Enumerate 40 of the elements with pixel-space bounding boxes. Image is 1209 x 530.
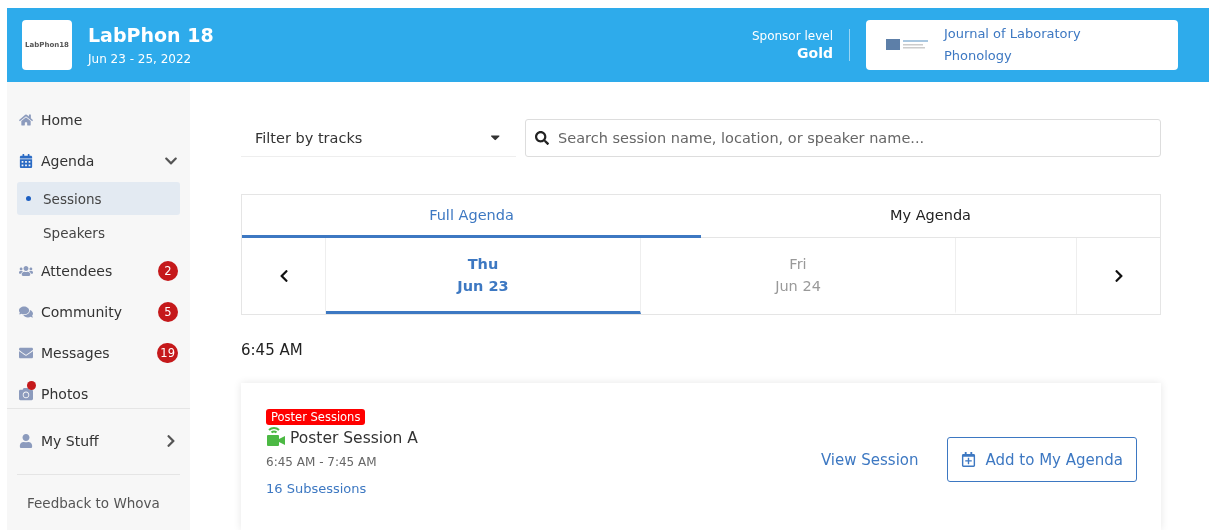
chat-icon	[19, 304, 33, 319]
search-field[interactable]: Search session name, location, or speaker name...	[525, 119, 1161, 157]
event-dates: Jun 23 - 25, 2022	[88, 52, 193, 66]
subsessions-link[interactable]: 16 Subsessions	[266, 481, 367, 496]
sidebar-subitem[interactable]: Speakers	[17, 216, 180, 249]
sponsor-logo-icon	[886, 37, 930, 53]
user-icon	[19, 434, 33, 449]
sidebar-item[interactable]: Messages 19	[17, 332, 180, 373]
sidebar-item[interactable]: My Stuff	[17, 408, 180, 476]
envelope-icon	[19, 345, 33, 360]
session-title: Poster Session A	[290, 429, 418, 447]
search-icon	[535, 131, 549, 145]
sponsor-name: Journal of Laboratory Phonology	[944, 25, 1082, 65]
count-badge: 2	[158, 260, 178, 281]
sidebar-item[interactable]: Community 5	[17, 291, 180, 332]
sidebar-item[interactable]: Agenda	[17, 140, 180, 181]
home-icon	[19, 112, 33, 127]
sidebar-subitem[interactable]: Sessions	[17, 182, 180, 215]
session-time: 6:45 AM - 7:45 AM	[266, 455, 377, 469]
users-icon	[19, 263, 33, 278]
sidebar-item[interactable]: Attendees 2	[17, 250, 180, 291]
count-badge: 5	[158, 301, 178, 322]
track-tag: Poster Sessions	[266, 409, 366, 425]
day-tab[interactable]: Thu Jun 23	[326, 238, 641, 314]
feedback-link[interactable]: Feedback to Whova	[17, 475, 180, 530]
view-session-button[interactable]: View Session	[820, 450, 919, 469]
sponsor-card[interactable]: Journal of Laboratory Phonology	[866, 20, 1178, 70]
event-title: LabPhon 18	[88, 24, 215, 46]
time-heading: 6:45 AM	[241, 341, 304, 359]
sponsor-level: Gold	[797, 45, 833, 61]
calendar-icon	[19, 153, 33, 168]
add-to-agenda-button[interactable]: Add to My Agenda	[946, 437, 1137, 482]
sidebar-item[interactable]: Photos	[17, 373, 180, 408]
count-badge: 19	[157, 342, 178, 363]
video-camera-icon	[266, 425, 286, 447]
agenda-tab[interactable]: My Agenda	[701, 195, 1160, 238]
sponsor-label: Sponsor level	[751, 29, 833, 43]
calendar-add-icon	[960, 452, 976, 467]
agenda-tab[interactable]: Full Agenda	[242, 195, 701, 238]
sidebar-item[interactable]: Home	[17, 99, 180, 140]
